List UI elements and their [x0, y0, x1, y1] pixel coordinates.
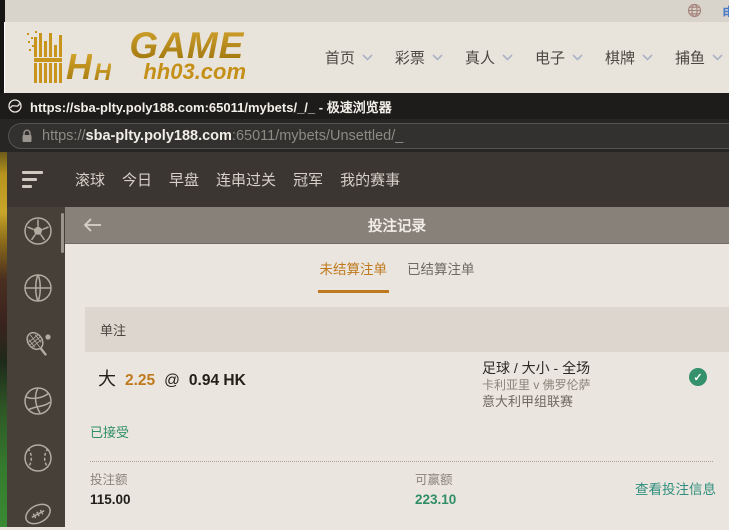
subnav-item-today[interactable]: 今日 — [122, 169, 152, 190]
nav-label: 电子 — [534, 50, 565, 67]
bet-records-panel: 投注记录 未结算注单 已结算注单 单注 大 2.25 @ 0.94 HK 足球 … — [65, 207, 729, 527]
partial-glyph: 电 — [722, 3, 729, 17]
globe-icon[interactable] — [687, 3, 702, 18]
handicap-line: 2.25 — [125, 372, 156, 389]
logo-letter: H — [66, 46, 92, 88]
nav-item-cards[interactable]: 棋牌 — [605, 47, 653, 68]
volleyball-icon[interactable] — [22, 385, 54, 417]
nav-label: 首页 — [324, 50, 355, 67]
towin-label: 可赢额 — [415, 473, 453, 487]
window-title: https://sba-plty.poly188.com:65011/mybet… — [30, 99, 392, 115]
browser-title-bar: https://sba-plty.poly188.com:65011/mybet… — [0, 93, 729, 119]
panel-header: 投注记录 — [65, 207, 729, 244]
league-label: 意大利甲组联赛 — [482, 394, 574, 410]
nav-item-lottery[interactable]: 彩票 — [395, 47, 443, 68]
bet-tabs: 未结算注单 已结算注单 — [65, 250, 729, 293]
nav-item-slots[interactable]: 电子 — [535, 47, 583, 68]
nav-label: 真人 — [464, 50, 495, 67]
towin-column: 可赢额 223.10 — [415, 469, 456, 507]
edge-decoration — [0, 22, 5, 93]
corner-decoration — [0, 0, 5, 22]
dotted-divider — [90, 461, 713, 462]
chevron-down-icon — [572, 54, 583, 61]
sidebar-scrollbar[interactable] — [61, 213, 64, 253]
chevron-down-icon — [712, 54, 723, 61]
nav-label: 捕鱼 — [674, 50, 705, 67]
nav-label: 棋牌 — [604, 50, 635, 67]
page-title: 投注记录 — [368, 218, 426, 235]
url-path: :65011/mybets/Unsettled/_ — [231, 128, 404, 144]
nav-item-live[interactable]: 真人 — [465, 47, 513, 68]
site-header: H H GAME hh03.com 首页 彩票 真人 电子 棋牌 捕鱼 — [0, 22, 729, 93]
sport-sidebar — [0, 207, 65, 527]
chevron-down-icon — [642, 54, 653, 61]
nav-item-home[interactable]: 首页 — [325, 47, 373, 68]
view-bet-details-link[interactable]: 查看投注信息 — [635, 478, 716, 498]
stake-label: 投注额 — [90, 473, 128, 487]
browser-logo-icon — [8, 99, 22, 113]
url-scheme: https:// — [42, 128, 86, 144]
address-bar[interactable]: https://sba-plty.poly188.com:65011/mybet… — [8, 123, 729, 149]
logo-stripes-icon — [26, 31, 66, 84]
nav-label: 彩票 — [394, 50, 425, 67]
baseball-icon[interactable] — [22, 442, 54, 474]
teams-label: 卡利亚里 v 佛罗伦萨 — [482, 378, 591, 393]
url-text: https://sba-plty.poly188.com:65011/mybet… — [42, 128, 403, 144]
address-bar-row: https://sba-plty.poly188.com:65011/mybet… — [0, 119, 729, 152]
soccer-icon[interactable] — [22, 215, 54, 247]
browser-window: 电 H — [0, 0, 729, 527]
bet-match-info: 足球 / 大小 - 全场 卡利亚里 v 佛罗伦萨 意大利甲组联赛 — [482, 358, 591, 411]
section-header-single-bet: 单注 — [85, 307, 729, 352]
logo-letter: H — [94, 58, 112, 86]
basketball-icon[interactable] — [22, 272, 54, 304]
chevron-down-icon — [432, 54, 443, 61]
american-football-icon[interactable] — [22, 498, 54, 530]
chevron-down-icon — [502, 54, 513, 61]
logo-game-text: GAME — [129, 25, 245, 66]
logo-monogram: H H — [66, 46, 112, 88]
sport-subnav: 滚球 今日 早盘 连串过关 冠军 我的赛事 — [0, 152, 729, 207]
back-arrow-icon[interactable] — [81, 217, 103, 233]
odds-value: 0.94 HK — [188, 372, 246, 389]
market-label: 足球 / 大小 - 全场 — [482, 360, 591, 376]
tab-settled[interactable]: 已结算注单 — [405, 250, 477, 293]
stake-column: 投注额 115.00 — [90, 469, 131, 507]
stake-value: 115.00 — [90, 492, 131, 507]
subnav-item-mymatches[interactable]: 我的赛事 — [340, 169, 400, 190]
subnav-item-inplay[interactable]: 滚球 — [75, 169, 105, 190]
status-badge: 已接受 — [90, 425, 130, 440]
sidebar-color-strip — [0, 152, 7, 527]
tennis-icon[interactable] — [22, 329, 54, 361]
chevron-down-icon — [362, 54, 373, 61]
subnav-item-early[interactable]: 早盘 — [169, 169, 199, 190]
selection-label: 大 — [98, 369, 116, 389]
bet-selection-line: 大 2.25 @ 0.94 HK — [98, 365, 246, 391]
subnav-item-parlay[interactable]: 连串过关 — [216, 169, 276, 190]
tab-unsettled[interactable]: 未结算注单 — [317, 250, 389, 293]
browser-top-strip: 电 — [0, 0, 729, 22]
menu-icon[interactable] — [0, 171, 65, 188]
accepted-check-icon: ✓ — [689, 368, 707, 386]
site-logo[interactable]: H H GAME hh03.com — [26, 25, 247, 88]
subnav-item-outright[interactable]: 冠军 — [293, 169, 323, 190]
main-nav: 首页 彩票 真人 电子 棋牌 捕鱼 — [325, 22, 723, 93]
url-domain: sba-plty.poly188.com — [85, 128, 232, 144]
towin-value: 223.10 — [415, 492, 457, 507]
at-symbol: @ — [164, 372, 180, 389]
nav-item-fishing[interactable]: 捕鱼 — [675, 47, 723, 68]
logo-domain-text: hh03.com — [143, 59, 247, 85]
lock-icon — [21, 129, 33, 143]
